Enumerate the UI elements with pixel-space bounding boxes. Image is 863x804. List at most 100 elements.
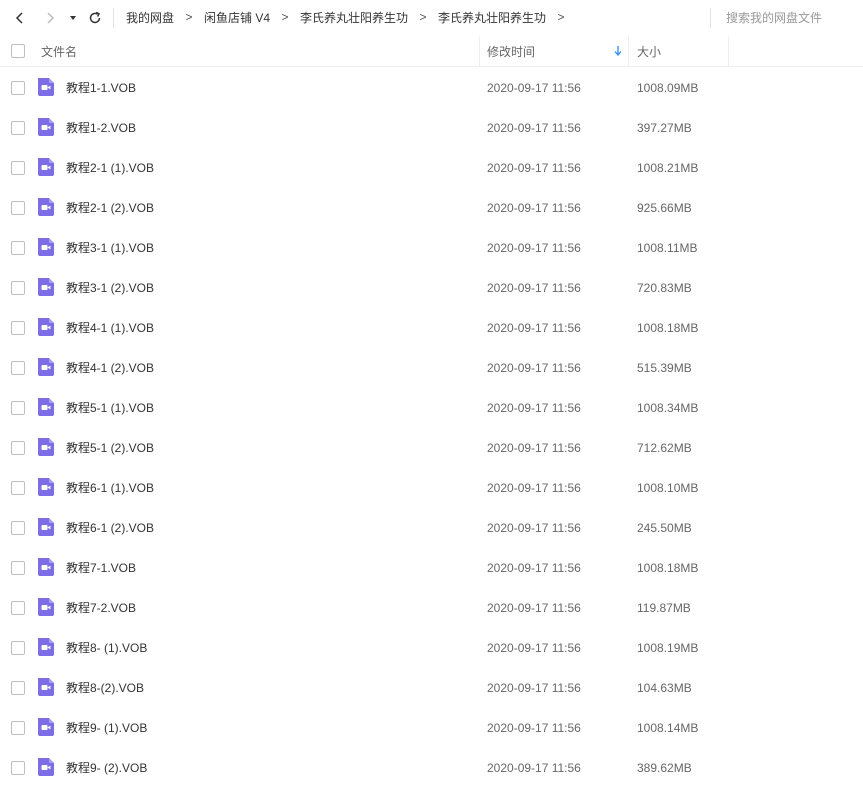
file-modified-time: 2020-09-17 11:56: [487, 201, 581, 215]
file-name[interactable]: 教程8- (1).VOB: [66, 628, 147, 668]
refresh-button[interactable]: [83, 6, 107, 30]
file-size: 389.62MB: [637, 761, 692, 775]
column-divider[interactable]: [479, 36, 480, 66]
file-size: 1008.21MB: [637, 161, 699, 175]
column-divider[interactable]: [628, 36, 629, 66]
file-modified-time: 2020-09-17 11:56: [487, 281, 581, 295]
file-name[interactable]: 教程5-1 (2).VOB: [66, 428, 154, 468]
file-modified-time: 2020-09-17 11:56: [487, 241, 581, 255]
file-list: 教程1-1.VOB 2020-09-17 11:56 1008.09MB 教程1…: [0, 68, 863, 788]
file-row[interactable]: 教程2-1 (1).VOB 2020-09-17 11:56 1008.21MB: [0, 148, 863, 188]
file-modified-time: 2020-09-17 11:56: [487, 641, 581, 655]
column-divider[interactable]: [728, 36, 729, 66]
file-name[interactable]: 教程4-1 (2).VOB: [66, 348, 154, 388]
file-row[interactable]: 教程7-2.VOB 2020-09-17 11:56 119.87MB: [0, 588, 863, 628]
file-row[interactable]: 教程9- (1).VOB 2020-09-17 11:56 1008.14MB: [0, 708, 863, 748]
file-modified-time: 2020-09-17 11:56: [487, 81, 581, 95]
file-checkbox[interactable]: [11, 321, 25, 335]
history-dropdown-button[interactable]: [63, 6, 83, 30]
file-checkbox[interactable]: [11, 281, 25, 295]
file-row[interactable]: 教程4-1 (2).VOB 2020-09-17 11:56 515.39MB: [0, 348, 863, 388]
file-row[interactable]: 教程7-1.VOB 2020-09-17 11:56 1008.18MB: [0, 548, 863, 588]
file-name[interactable]: 教程3-1 (1).VOB: [66, 228, 154, 268]
video-file-icon: [38, 358, 54, 376]
breadcrumb-item-store[interactable]: 闲鱼店铺 V4: [204, 9, 270, 26]
file-checkbox[interactable]: [11, 681, 25, 695]
file-size: 1008.09MB: [637, 81, 699, 95]
select-all-checkbox[interactable]: [11, 44, 25, 58]
file-size: 119.87MB: [637, 601, 691, 615]
file-checkbox[interactable]: [11, 721, 25, 735]
breadcrumb-separator: >: [419, 10, 427, 24]
file-name[interactable]: 教程6-1 (1).VOB: [66, 468, 154, 508]
forward-button[interactable]: [38, 6, 62, 30]
file-modified-time: 2020-09-17 11:56: [487, 321, 581, 335]
file-checkbox[interactable]: [11, 521, 25, 535]
file-modified-time: 2020-09-17 11:56: [487, 561, 581, 575]
breadcrumb-separator: >: [185, 10, 193, 24]
file-row[interactable]: 教程6-1 (2).VOB 2020-09-17 11:56 245.50MB: [0, 508, 863, 548]
file-row[interactable]: 教程8-(2).VOB 2020-09-17 11:56 104.63MB: [0, 668, 863, 708]
file-checkbox[interactable]: [11, 121, 25, 135]
file-name[interactable]: 教程4-1 (1).VOB: [66, 308, 154, 348]
file-checkbox[interactable]: [11, 241, 25, 255]
file-name[interactable]: 教程7-1.VOB: [66, 548, 136, 588]
file-checkbox[interactable]: [11, 81, 25, 95]
file-name[interactable]: 教程1-2.VOB: [66, 108, 136, 148]
breadcrumb-item-root[interactable]: 我的网盘: [126, 9, 174, 26]
file-name[interactable]: 教程3-1 (2).VOB: [66, 268, 154, 308]
file-name[interactable]: 教程5-1 (1).VOB: [66, 388, 154, 428]
file-modified-time: 2020-09-17 11:56: [487, 161, 581, 175]
file-row[interactable]: 教程9- (2).VOB 2020-09-17 11:56 389.62MB: [0, 748, 863, 788]
column-header-size[interactable]: 大小: [637, 36, 661, 66]
file-name[interactable]: 教程2-1 (1).VOB: [66, 148, 154, 188]
file-checkbox[interactable]: [11, 441, 25, 455]
file-checkbox[interactable]: [11, 481, 25, 495]
file-row[interactable]: 教程6-1 (1).VOB 2020-09-17 11:56 1008.10MB: [0, 468, 863, 508]
file-name[interactable]: 教程7-2.VOB: [66, 588, 136, 628]
file-row[interactable]: 教程5-1 (1).VOB 2020-09-17 11:56 1008.34MB: [0, 388, 863, 428]
file-name[interactable]: 教程8-(2).VOB: [66, 668, 144, 708]
file-modified-time: 2020-09-17 11:56: [487, 721, 581, 735]
file-row[interactable]: 教程2-1 (2).VOB 2020-09-17 11:56 925.66MB: [0, 188, 863, 228]
file-row[interactable]: 教程3-1 (2).VOB 2020-09-17 11:56 720.83MB: [0, 268, 863, 308]
file-row[interactable]: 教程5-1 (2).VOB 2020-09-17 11:56 712.62MB: [0, 428, 863, 468]
video-file-icon: [38, 558, 54, 576]
file-row[interactable]: 教程1-1.VOB 2020-09-17 11:56 1008.09MB: [0, 68, 863, 108]
file-name[interactable]: 教程9- (2).VOB: [66, 748, 147, 788]
refresh-icon: [89, 11, 101, 24]
file-checkbox[interactable]: [11, 761, 25, 775]
file-name[interactable]: 教程6-1 (2).VOB: [66, 508, 154, 548]
file-name[interactable]: 教程1-1.VOB: [66, 68, 136, 108]
file-size: 720.83MB: [637, 281, 692, 295]
file-size: 1008.10MB: [637, 481, 699, 495]
file-list-header: 文件名 修改时间 大小: [0, 36, 863, 67]
file-row[interactable]: 教程1-2.VOB 2020-09-17 11:56 397.27MB: [0, 108, 863, 148]
file-checkbox[interactable]: [11, 361, 25, 375]
video-file-icon: [38, 78, 54, 96]
breadcrumb-separator[interactable]: >: [546, 10, 576, 24]
file-checkbox[interactable]: [11, 401, 25, 415]
toolbar-divider: [113, 8, 114, 28]
video-file-icon: [38, 198, 54, 216]
file-checkbox[interactable]: [11, 601, 25, 615]
breadcrumb-item-subfolder[interactable]: 李氏养丸壮阳养生功: [438, 9, 546, 26]
file-checkbox[interactable]: [11, 561, 25, 575]
file-modified-time: 2020-09-17 11:56: [487, 681, 581, 695]
file-modified-time: 2020-09-17 11:56: [487, 441, 581, 455]
search-input[interactable]: [726, 9, 856, 27]
toolbar: 我的网盘 > 闲鱼店铺 V4 > 李氏养丸壮阳养生功 > 李氏养丸壮阳养生功 >: [0, 0, 863, 36]
file-checkbox[interactable]: [11, 641, 25, 655]
file-row[interactable]: 教程4-1 (1).VOB 2020-09-17 11:56 1008.18MB: [0, 308, 863, 348]
file-row[interactable]: 教程3-1 (1).VOB 2020-09-17 11:56 1008.11MB: [0, 228, 863, 268]
column-header-name[interactable]: 文件名: [41, 36, 77, 66]
file-name[interactable]: 教程2-1 (2).VOB: [66, 188, 154, 228]
file-checkbox[interactable]: [11, 161, 25, 175]
file-name[interactable]: 教程9- (1).VOB: [66, 708, 147, 748]
back-button[interactable]: [8, 6, 32, 30]
file-checkbox[interactable]: [11, 201, 25, 215]
file-row[interactable]: 教程8- (1).VOB 2020-09-17 11:56 1008.19MB: [0, 628, 863, 668]
column-header-modified[interactable]: 修改时间: [487, 36, 535, 66]
breadcrumb-item-folder[interactable]: 李氏养丸壮阳养生功: [300, 9, 408, 26]
sort-down-arrow-icon[interactable]: [613, 44, 623, 58]
